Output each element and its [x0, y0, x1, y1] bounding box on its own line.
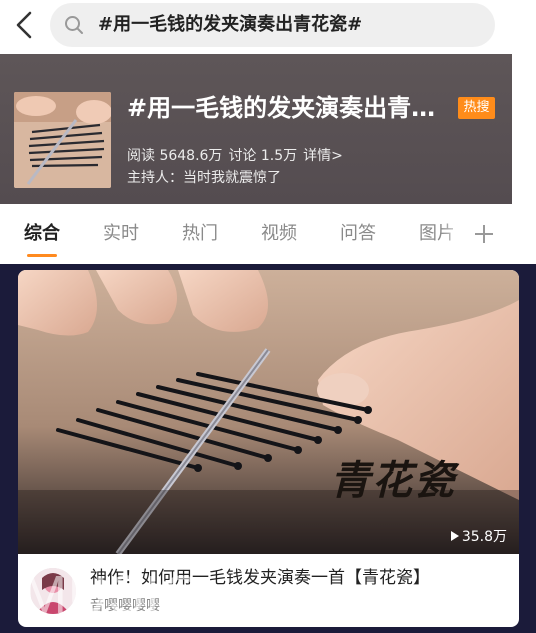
discussion-count: 讨论 1.5万: [228, 148, 298, 164]
tab-realtime[interactable]: 实时: [103, 222, 139, 246]
tab-qa[interactable]: 问答: [340, 222, 376, 246]
search-input[interactable]: #用一毛钱的发夹演奏出青花瓷#: [50, 3, 495, 47]
topic-host: 主持人：当时我就震惊了: [127, 170, 281, 186]
search-query: #用一毛钱的发夹演奏出青花瓷#: [98, 14, 363, 35]
avatar[interactable]: [30, 568, 76, 614]
topic-header: #用一毛钱的发夹演奏出青花瓷# 热搜 阅读 5648.6万 讨论 1.5万 详情> …: [0, 54, 512, 204]
play-count-value: 35.8万: [461, 529, 507, 545]
tab-comprehensive[interactable]: 综合: [24, 222, 60, 246]
tab-popular[interactable]: 热门: [182, 222, 218, 246]
video-overlay-title: 青花瓷: [330, 457, 456, 504]
topic-stats: 阅读 5648.6万 讨论 1.5万 详情>: [127, 146, 349, 166]
chevron-left-icon[interactable]: [10, 8, 40, 42]
video-feed: 青花瓷 35.8万 神作！如何用一毛钱发夹演奏一首【青花瓷】 音嘤嘤嘤嘤 MUS…: [0, 264, 536, 633]
video-card[interactable]: 青花瓷 35.8万 神作！如何用一毛钱发夹演奏一首【青花瓷】 音嘤嘤嘤嘤: [18, 270, 519, 627]
top-bar: #用一毛钱的发夹演奏出青花瓷#: [0, 0, 536, 54]
video-player[interactable]: 青花瓷 35.8万: [18, 270, 519, 554]
search-icon: [64, 15, 84, 35]
active-tab-indicator: [27, 254, 57, 257]
video-title[interactable]: 神作！如何用一毛钱发夹演奏一首【青花瓷】: [90, 566, 430, 590]
author-name[interactable]: 音嘤嘤嘤嘤: [90, 596, 160, 616]
tab-fade: [440, 214, 468, 254]
tab-bar: 综合 实时 热门 视频 问答 图片: [0, 204, 512, 264]
details-link[interactable]: 详情>: [303, 148, 343, 164]
play-icon: [450, 531, 459, 541]
topic-title: #用一毛钱的发夹演奏出青花瓷#: [127, 94, 447, 122]
plus-icon[interactable]: [472, 222, 496, 246]
play-count: 35.8万: [450, 526, 507, 546]
topic-thumbnail[interactable]: [14, 92, 111, 188]
tab-video[interactable]: 视频: [261, 222, 297, 246]
hot-search-badge: 热搜: [458, 97, 495, 119]
read-count: 阅读 5648.6万: [127, 148, 223, 164]
